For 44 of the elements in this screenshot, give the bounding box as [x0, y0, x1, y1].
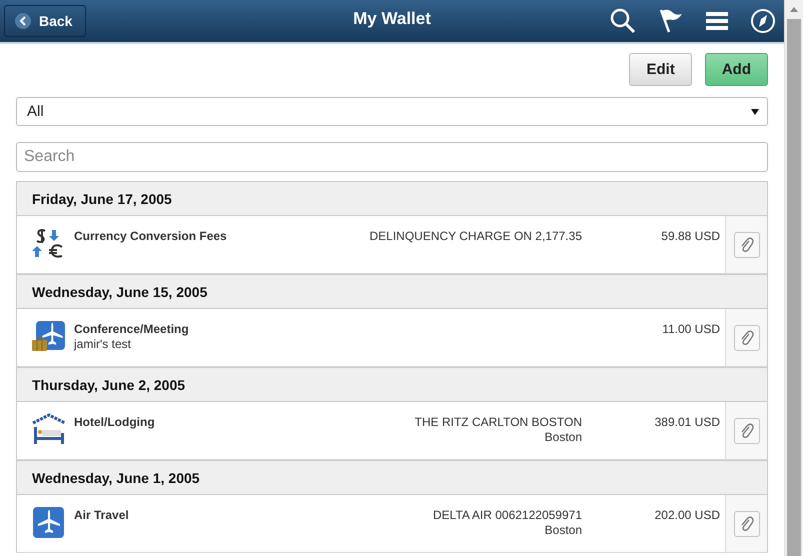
scrollbar[interactable] [784, 0, 803, 556]
category-dropdown[interactable]: All [16, 97, 768, 126]
add-button[interactable]: Add [704, 53, 768, 86]
merchant-name: DELTA AIR 0062122059971 [432, 508, 582, 522]
chevron-left-icon [19, 16, 27, 26]
flag-icon[interactable] [658, 8, 684, 34]
dropdown-arrow-icon [751, 108, 759, 114]
hotel-bed-icon [32, 413, 66, 445]
search-field[interactable]: Search [16, 142, 768, 172]
attachment-button[interactable] [734, 232, 760, 258]
expense-amount: 389.01 USD [654, 415, 720, 429]
merchant-name: DELINQUENCY CHARGE ON 2,177.35 [369, 229, 582, 243]
expense-note: jamir's test [74, 337, 132, 351]
expense-amount: 59.88 USD [661, 229, 720, 243]
paperclip-icon [740, 423, 754, 439]
expense-type: Hotel/Lodging [74, 415, 156, 429]
expense-type: Air Travel [74, 508, 130, 522]
attachment-button[interactable] [734, 418, 760, 444]
date-header: Thursday, June 2, 2005 [17, 368, 767, 402]
compass-icon[interactable] [750, 8, 776, 34]
currency-exchange-icon [32, 227, 64, 259]
date-header: Wednesday, June 1, 2005 [17, 461, 767, 495]
search-icon[interactable] [610, 8, 636, 34]
paperclip-icon [740, 516, 754, 532]
back-button[interactable]: Back [4, 5, 86, 37]
page-title: My Wallet [353, 9, 431, 28]
date-header: Wednesday, June 15, 2005 [17, 275, 767, 309]
attachment-button[interactable] [734, 511, 760, 537]
attachment-button[interactable] [734, 325, 760, 351]
merchant-location: Boston [544, 523, 582, 537]
expense-type: Currency Conversion Fees [74, 229, 228, 243]
scroll-up-icon[interactable] [789, 5, 799, 13]
merchant-name: THE RITZ CARLTON BOSTON [414, 415, 582, 429]
merchant-location: Boston [544, 430, 582, 444]
airplane-icon [32, 506, 66, 538]
edit-button[interactable]: Edit [629, 53, 692, 86]
airplane-suitcase-icon [32, 320, 66, 352]
paperclip-icon [740, 330, 754, 346]
menu-icon[interactable] [706, 11, 728, 31]
paperclip-icon [740, 237, 754, 253]
expense-type: Conference/Meeting [74, 322, 190, 336]
date-header: Friday, June 17, 2005 [17, 182, 767, 216]
expense-amount: 11.00 USD [662, 322, 720, 336]
expense-amount: 202.00 USD [654, 508, 720, 522]
